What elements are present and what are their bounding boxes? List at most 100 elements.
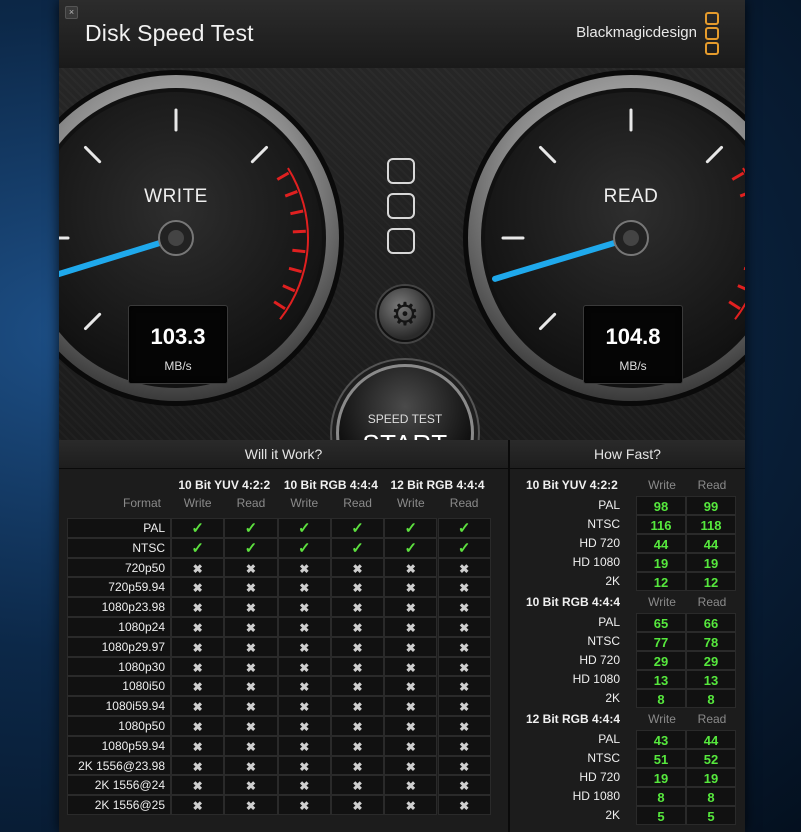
compat-cell: ✖ — [224, 597, 278, 617]
cross-icon: ✖ — [352, 680, 363, 695]
group-title: 10 Bit RGB 4:4:4 — [283, 478, 378, 492]
drive-select-icon[interactable] — [387, 158, 417, 263]
compat-cell: ✖ — [171, 636, 225, 657]
compat-cell: ✖ — [384, 577, 438, 598]
write-fps-value: 19 — [653, 556, 669, 571]
compat-cell: ✖ — [330, 557, 385, 578]
check-icon: ✓ — [457, 539, 471, 557]
compat-cell: ✖ — [277, 775, 331, 796]
write-column-label: Write — [648, 478, 676, 492]
compat-cell: ✖ — [330, 716, 385, 736]
cross-icon: ✖ — [459, 739, 470, 754]
compat-cell: ✖ — [224, 617, 278, 637]
cross-icon: ✖ — [299, 660, 310, 675]
compat-cell: ✓ — [277, 537, 331, 558]
write-hub-cap — [168, 230, 184, 246]
check-icon: ✓ — [404, 539, 418, 557]
compat-cell: ✖ — [384, 696, 438, 716]
read-fps-value: 78 — [703, 635, 719, 650]
write-fps-value: 77 — [653, 635, 669, 650]
write-fps-value: 19 — [653, 771, 669, 786]
cross-icon: ✖ — [405, 759, 416, 774]
app-window: × Disk Speed Test Blackmagicdesign WRITE… — [59, 0, 745, 832]
compat-cell: ✓ — [437, 518, 491, 538]
compat-cell: ✓ — [384, 537, 438, 558]
format-label: 1080p59.94 — [101, 738, 165, 753]
compat-cell: ✖ — [171, 577, 225, 598]
read-fps-cell: 13 — [686, 670, 736, 689]
read-fps-value: 99 — [703, 499, 719, 514]
cross-icon: ✖ — [405, 660, 416, 675]
compat-cell: ✖ — [437, 597, 491, 617]
cross-icon: ✖ — [299, 581, 310, 596]
cross-icon: ✖ — [245, 621, 256, 635]
cross-icon: ✖ — [245, 700, 256, 715]
write-readout: 103.3 MB/s — [128, 305, 228, 384]
check-icon: ✓ — [457, 520, 471, 537]
read-fps-value: 12 — [703, 575, 719, 590]
read-fps-cell: 5 — [686, 806, 736, 825]
compat-cell: ✖ — [330, 735, 385, 756]
read-fps-value: 19 — [703, 556, 719, 571]
cross-icon: ✖ — [192, 700, 203, 715]
compat-cell: ✖ — [224, 755, 278, 776]
speed-row-label: NTSC — [587, 751, 620, 765]
close-button[interactable]: × — [65, 6, 78, 19]
read-fps-cell: 12 — [686, 572, 736, 591]
cross-icon: ✖ — [405, 739, 416, 754]
cross-icon: ✖ — [405, 700, 416, 715]
cross-icon: ✖ — [459, 601, 470, 616]
write-column-label: Write — [648, 712, 676, 726]
compat-cell: ✖ — [437, 775, 491, 796]
cross-icon: ✖ — [192, 779, 203, 794]
format-label: PAL — [143, 521, 165, 535]
cross-icon: ✖ — [405, 581, 416, 596]
cross-icon: ✖ — [405, 720, 416, 734]
write-fps-value: 29 — [653, 654, 669, 669]
compat-cell: ✖ — [330, 795, 385, 815]
cross-icon: ✖ — [459, 700, 470, 715]
group-title: 12 Bit RGB 4:4:4 — [390, 478, 485, 492]
cross-icon: ✖ — [352, 739, 363, 754]
compat-cell: ✖ — [277, 735, 331, 756]
speed-row-label: PAL — [598, 732, 620, 746]
format-label: 1080p29.97 — [101, 639, 165, 654]
read-fps-cell: 8 — [686, 787, 736, 806]
compat-cell: ✖ — [384, 617, 438, 637]
read-fps-value: 118 — [700, 518, 722, 533]
read-fps-cell: 99 — [686, 496, 736, 515]
compat-cell: ✓ — [224, 537, 278, 558]
cross-icon: ✖ — [459, 779, 470, 794]
group-title: 12 Bit RGB 4:4:4 — [526, 712, 621, 726]
cross-icon: ✖ — [299, 739, 310, 754]
read-fps-value: 8 — [707, 790, 715, 805]
cross-icon: ✖ — [352, 759, 363, 774]
cross-icon: ✖ — [299, 779, 310, 794]
cross-icon: ✖ — [299, 720, 310, 734]
compat-cell: ✖ — [277, 696, 331, 716]
compat-cell: ✓ — [171, 518, 225, 538]
cross-icon: ✖ — [459, 640, 470, 655]
speed-row-label: HD 1080 — [572, 672, 620, 686]
read-column-label: Read — [697, 712, 727, 726]
cross-icon: ✖ — [459, 581, 470, 596]
cross-icon: ✖ — [352, 640, 363, 655]
cross-icon: ✖ — [405, 621, 416, 635]
compat-cell: ✖ — [330, 696, 385, 716]
compat-cell: ✖ — [437, 617, 491, 637]
compat-cell: ✖ — [171, 755, 225, 776]
write-fps-cell: 44 — [636, 534, 686, 553]
compat-cell: ✖ — [437, 735, 491, 756]
format-label: 1080i59.94 — [105, 699, 165, 714]
speed-row-label: PAL — [598, 498, 620, 512]
cross-icon: ✖ — [245, 759, 256, 774]
compat-cell: ✖ — [171, 656, 225, 677]
compat-cell: ✖ — [437, 755, 491, 776]
read-fps-cell: 118 — [686, 515, 736, 534]
cross-icon: ✖ — [245, 799, 256, 814]
read-column-label: Read — [449, 496, 479, 510]
compat-cell: ✖ — [224, 676, 278, 697]
settings-button[interactable]: ⚙ — [377, 286, 433, 342]
read-fps-cell: 44 — [686, 534, 736, 553]
cross-icon: ✖ — [299, 680, 310, 695]
